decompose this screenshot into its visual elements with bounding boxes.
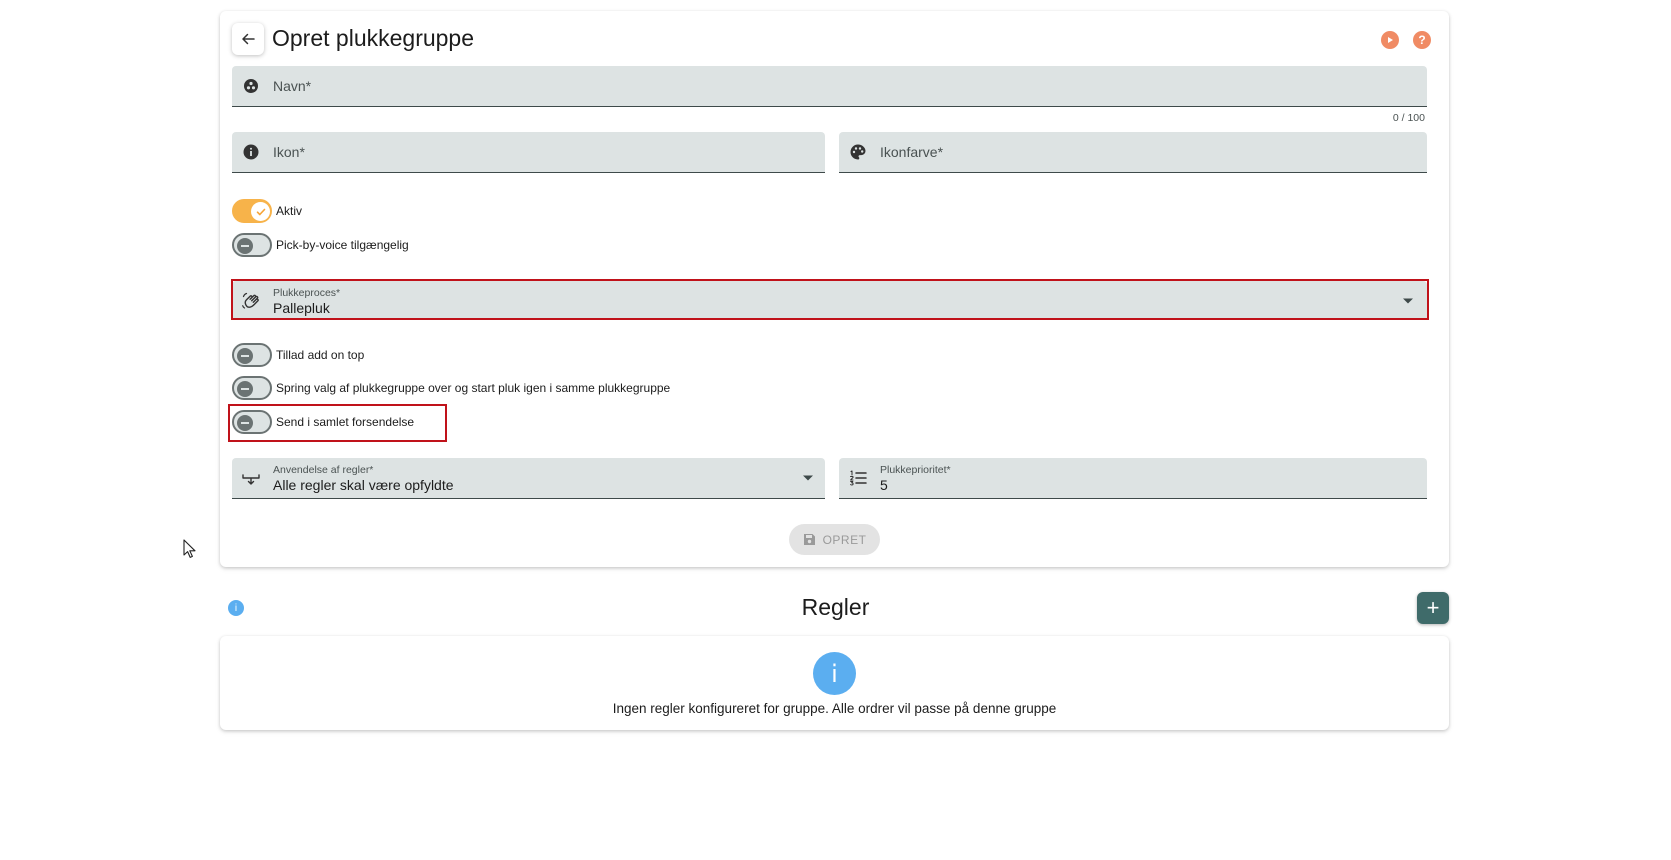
name-field[interactable]: Navn* xyxy=(232,66,1427,107)
back-button[interactable] xyxy=(232,23,264,55)
create-button-label: OPRET xyxy=(822,532,867,547)
add-on-top-toggle[interactable] xyxy=(232,343,272,367)
rule-usage-label: Anvendelse af regler* xyxy=(273,464,374,476)
rule-usage-value: Alle regler skal være opfyldte xyxy=(273,477,454,493)
minus-icon xyxy=(237,238,253,254)
info-icon: i xyxy=(813,652,856,695)
rule-usage-select[interactable]: Anvendelse af regler* Alle regler skal v… xyxy=(232,458,825,499)
pick-process-highlight xyxy=(231,279,1429,320)
create-pick-group-card: Opret plukkegruppe ? Navn* 0 / 100 Ikon* xyxy=(220,11,1449,567)
combined-shipment-highlight xyxy=(228,404,447,442)
plus-icon: + xyxy=(1426,595,1440,620)
rules-empty-text: Ingen regler konfigureret for gruppe. Al… xyxy=(612,701,1057,716)
icon-placeholder: Ikon* xyxy=(273,144,305,160)
add-on-top-toggle-row[interactable]: Tillad add on top xyxy=(232,342,364,368)
name-char-counter: 0 / 100 xyxy=(1392,112,1425,124)
active-toggle-row[interactable]: Aktiv xyxy=(232,198,302,224)
save-icon xyxy=(803,533,816,546)
minus-icon xyxy=(237,381,253,397)
icon-field[interactable]: Ikon* xyxy=(232,132,825,173)
group-icon xyxy=(242,77,260,95)
pick-by-voice-toggle[interactable] xyxy=(232,233,272,257)
skip-group-toggle-row[interactable]: Spring valg af plukkegruppe over og star… xyxy=(232,375,670,401)
pick-by-voice-label: Pick-by-voice tilgængelig xyxy=(276,238,409,252)
icon-color-placeholder: Ikonfarve* xyxy=(880,144,944,160)
info-icon xyxy=(242,143,260,161)
rules-empty-card: i Ingen regler konfigureret for gruppe. … xyxy=(220,636,1449,730)
question-icon: ? xyxy=(1418,33,1426,47)
check-icon xyxy=(256,208,265,215)
merge-arrow-icon xyxy=(242,469,260,487)
rules-empty-glyph: i xyxy=(831,659,838,688)
name-placeholder: Navn* xyxy=(273,78,312,94)
page-title: Opret plukkegruppe xyxy=(272,25,475,51)
palette-icon xyxy=(849,143,867,161)
numbered-list-icon xyxy=(849,469,867,487)
skip-group-label: Spring valg af plukkegruppe over og star… xyxy=(276,381,671,395)
add-rule-button[interactable]: + xyxy=(1417,592,1449,624)
dropdown-arrow-icon xyxy=(803,475,813,481)
play-tutorial-button[interactable] xyxy=(1381,31,1399,49)
minus-icon xyxy=(237,348,253,364)
pick-priority-label: Plukkeprioritet* xyxy=(880,464,951,476)
pick-priority-value: 5 xyxy=(880,477,888,493)
active-label: Aktiv xyxy=(276,204,303,218)
pick-priority-field[interactable]: Plukkeprioritet* 5 xyxy=(839,458,1427,499)
play-icon xyxy=(1388,37,1393,43)
add-on-top-label: Tillad add on top xyxy=(276,348,365,362)
pick-by-voice-toggle-row[interactable]: Pick-by-voice tilgængelig xyxy=(232,232,409,258)
active-toggle[interactable] xyxy=(232,199,272,223)
icon-color-field[interactable]: Ikonfarve* xyxy=(839,132,1427,173)
page: Opret plukkegruppe ? Navn* 0 / 100 Ikon* xyxy=(0,0,1671,860)
mouse-pointer-icon xyxy=(183,539,196,558)
skip-group-toggle[interactable] xyxy=(232,376,272,400)
create-button[interactable]: OPRET xyxy=(789,524,880,555)
arrow-left-icon xyxy=(242,33,255,45)
help-button[interactable]: ? xyxy=(1413,31,1431,49)
